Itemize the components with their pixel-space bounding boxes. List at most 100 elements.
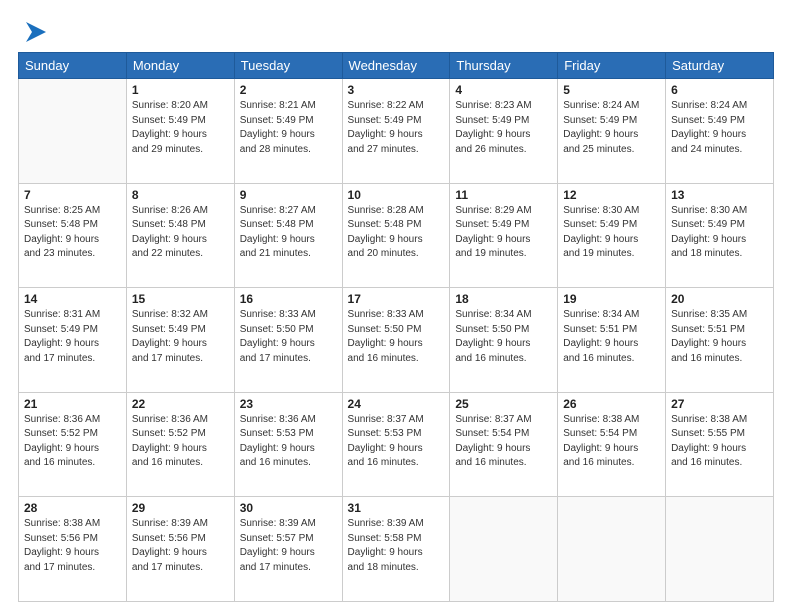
day-info: Sunrise: 8:38 AM Sunset: 5:55 PM Dayligh… <box>671 413 768 471</box>
day-number: 1 <box>132 83 229 97</box>
calendar-cell: 23 Sunrise: 8:36 AM Sunset: 5:53 PM Dayli… <box>234 392 342 497</box>
day-number: 5 <box>563 83 660 97</box>
day-number: 14 <box>24 292 121 306</box>
day-info: Sunrise: 8:39 AM Sunset: 5:58 PM Dayligh… <box>348 517 445 575</box>
calendar-cell: 19 Sunrise: 8:34 AM Sunset: 5:51 PM Dayli… <box>558 288 666 393</box>
day-number: 21 <box>24 397 121 411</box>
calendar-cell: 7 Sunrise: 8:25 AM Sunset: 5:48 PM Daylig… <box>19 183 127 288</box>
day-number: 11 <box>455 188 552 202</box>
day-number: 22 <box>132 397 229 411</box>
weekday-header-saturday: Saturday <box>666 53 774 79</box>
day-number: 28 <box>24 501 121 515</box>
calendar-cell: 9 Sunrise: 8:27 AM Sunset: 5:48 PM Daylig… <box>234 183 342 288</box>
logo <box>18 18 50 42</box>
week-row-3: 14 Sunrise: 8:31 AM Sunset: 5:49 PM Dayli… <box>19 288 774 393</box>
day-number: 10 <box>348 188 445 202</box>
day-number: 29 <box>132 501 229 515</box>
calendar-cell: 18 Sunrise: 8:34 AM Sunset: 5:50 PM Dayli… <box>450 288 558 393</box>
day-number: 27 <box>671 397 768 411</box>
day-info: Sunrise: 8:21 AM Sunset: 5:49 PM Dayligh… <box>240 99 337 157</box>
calendar-cell: 3 Sunrise: 8:22 AM Sunset: 5:49 PM Daylig… <box>342 79 450 184</box>
calendar-cell: 14 Sunrise: 8:31 AM Sunset: 5:49 PM Dayli… <box>19 288 127 393</box>
day-number: 8 <box>132 188 229 202</box>
day-number: 23 <box>240 397 337 411</box>
calendar-cell <box>558 497 666 602</box>
day-number: 6 <box>671 83 768 97</box>
calendar-cell: 20Sunrise: 8:35 AM Sunset: 5:51 PM Dayli… <box>666 288 774 393</box>
day-info: Sunrise: 8:34 AM Sunset: 5:51 PM Dayligh… <box>563 308 660 366</box>
day-number: 19 <box>563 292 660 306</box>
calendar-cell: 26 Sunrise: 8:38 AM Sunset: 5:54 PM Dayli… <box>558 392 666 497</box>
day-info: Sunrise: 8:37 AM Sunset: 5:54 PM Dayligh… <box>455 413 552 471</box>
day-info: Sunrise: 8:31 AM Sunset: 5:49 PM Dayligh… <box>24 308 121 366</box>
day-info: Sunrise: 8:36 AM Sunset: 5:52 PM Dayligh… <box>24 413 121 471</box>
day-number: 3 <box>348 83 445 97</box>
day-info: Sunrise: 8:38 AM Sunset: 5:54 PM Dayligh… <box>563 413 660 471</box>
header <box>18 18 774 42</box>
calendar-cell: 11 Sunrise: 8:29 AM Sunset: 5:49 PM Dayli… <box>450 183 558 288</box>
day-info: Sunrise: 8:32 AM Sunset: 5:49 PM Dayligh… <box>132 308 229 366</box>
day-info: Sunrise: 8:30 AM Sunset: 5:49 PM Dayligh… <box>563 204 660 262</box>
logo-icon <box>22 18 50 46</box>
day-number: 26 <box>563 397 660 411</box>
weekday-header-friday: Friday <box>558 53 666 79</box>
day-info: Sunrise: 8:34 AM Sunset: 5:50 PM Dayligh… <box>455 308 552 366</box>
calendar-cell: 16 Sunrise: 8:33 AM Sunset: 5:50 PM Dayli… <box>234 288 342 393</box>
calendar-cell: 28Sunrise: 8:38 AM Sunset: 5:56 PM Dayli… <box>19 497 127 602</box>
day-info: Sunrise: 8:22 AM Sunset: 5:49 PM Dayligh… <box>348 99 445 157</box>
day-info: Sunrise: 8:25 AM Sunset: 5:48 PM Dayligh… <box>24 204 121 262</box>
day-number: 17 <box>348 292 445 306</box>
calendar-cell: 1Sunrise: 8:20 AM Sunset: 5:49 PM Daylig… <box>126 79 234 184</box>
day-info: Sunrise: 8:37 AM Sunset: 5:53 PM Dayligh… <box>348 413 445 471</box>
calendar-cell: 8 Sunrise: 8:26 AM Sunset: 5:48 PM Daylig… <box>126 183 234 288</box>
calendar-cell: 12 Sunrise: 8:30 AM Sunset: 5:49 PM Dayli… <box>558 183 666 288</box>
calendar-cell: 13 Sunrise: 8:30 AM Sunset: 5:49 PM Dayli… <box>666 183 774 288</box>
calendar-cell <box>666 497 774 602</box>
calendar-cell: 6 Sunrise: 8:24 AM Sunset: 5:49 PM Daylig… <box>666 79 774 184</box>
calendar-cell: 2 Sunrise: 8:21 AM Sunset: 5:49 PM Daylig… <box>234 79 342 184</box>
week-row-1: 1Sunrise: 8:20 AM Sunset: 5:49 PM Daylig… <box>19 79 774 184</box>
calendar-cell: 30 Sunrise: 8:39 AM Sunset: 5:57 PM Dayli… <box>234 497 342 602</box>
day-number: 25 <box>455 397 552 411</box>
calendar-cell <box>19 79 127 184</box>
day-number: 2 <box>240 83 337 97</box>
calendar-table: SundayMondayTuesdayWednesdayThursdayFrid… <box>18 52 774 602</box>
calendar-cell: 29 Sunrise: 8:39 AM Sunset: 5:56 PM Dayli… <box>126 497 234 602</box>
day-number: 4 <box>455 83 552 97</box>
day-number: 7 <box>24 188 121 202</box>
day-number: 16 <box>240 292 337 306</box>
day-info: Sunrise: 8:33 AM Sunset: 5:50 PM Dayligh… <box>348 308 445 366</box>
day-number: 9 <box>240 188 337 202</box>
day-number: 12 <box>563 188 660 202</box>
day-info: Sunrise: 8:24 AM Sunset: 5:49 PM Dayligh… <box>671 99 768 157</box>
week-row-2: 7 Sunrise: 8:25 AM Sunset: 5:48 PM Daylig… <box>19 183 774 288</box>
day-number: 30 <box>240 501 337 515</box>
day-info: Sunrise: 8:33 AM Sunset: 5:50 PM Dayligh… <box>240 308 337 366</box>
day-number: 18 <box>455 292 552 306</box>
calendar-cell: 27 Sunrise: 8:38 AM Sunset: 5:55 PM Dayli… <box>666 392 774 497</box>
day-number: 31 <box>348 501 445 515</box>
week-row-5: 28Sunrise: 8:38 AM Sunset: 5:56 PM Dayli… <box>19 497 774 602</box>
day-info: Sunrise: 8:29 AM Sunset: 5:49 PM Dayligh… <box>455 204 552 262</box>
calendar-cell: 17 Sunrise: 8:33 AM Sunset: 5:50 PM Dayli… <box>342 288 450 393</box>
calendar-cell: 25 Sunrise: 8:37 AM Sunset: 5:54 PM Dayli… <box>450 392 558 497</box>
weekday-header-monday: Monday <box>126 53 234 79</box>
day-number: 20 <box>671 292 768 306</box>
day-info: Sunrise: 8:39 AM Sunset: 5:57 PM Dayligh… <box>240 517 337 575</box>
day-info: Sunrise: 8:26 AM Sunset: 5:48 PM Dayligh… <box>132 204 229 262</box>
day-info: Sunrise: 8:27 AM Sunset: 5:48 PM Dayligh… <box>240 204 337 262</box>
calendar-cell: 31 Sunrise: 8:39 AM Sunset: 5:58 PM Dayli… <box>342 497 450 602</box>
calendar-cell: 21 Sunrise: 8:36 AM Sunset: 5:52 PM Dayli… <box>19 392 127 497</box>
day-info: Sunrise: 8:30 AM Sunset: 5:49 PM Dayligh… <box>671 204 768 262</box>
calendar-cell: 24Sunrise: 8:37 AM Sunset: 5:53 PM Dayli… <box>342 392 450 497</box>
day-info: Sunrise: 8:39 AM Sunset: 5:56 PM Dayligh… <box>132 517 229 575</box>
day-number: 13 <box>671 188 768 202</box>
weekday-header-row: SundayMondayTuesdayWednesdayThursdayFrid… <box>19 53 774 79</box>
day-info: Sunrise: 8:36 AM Sunset: 5:53 PM Dayligh… <box>240 413 337 471</box>
day-info: Sunrise: 8:36 AM Sunset: 5:52 PM Dayligh… <box>132 413 229 471</box>
weekday-header-wednesday: Wednesday <box>342 53 450 79</box>
day-number: 15 <box>132 292 229 306</box>
day-info: Sunrise: 8:23 AM Sunset: 5:49 PM Dayligh… <box>455 99 552 157</box>
weekday-header-sunday: Sunday <box>19 53 127 79</box>
calendar-cell: 10Sunrise: 8:28 AM Sunset: 5:48 PM Dayli… <box>342 183 450 288</box>
